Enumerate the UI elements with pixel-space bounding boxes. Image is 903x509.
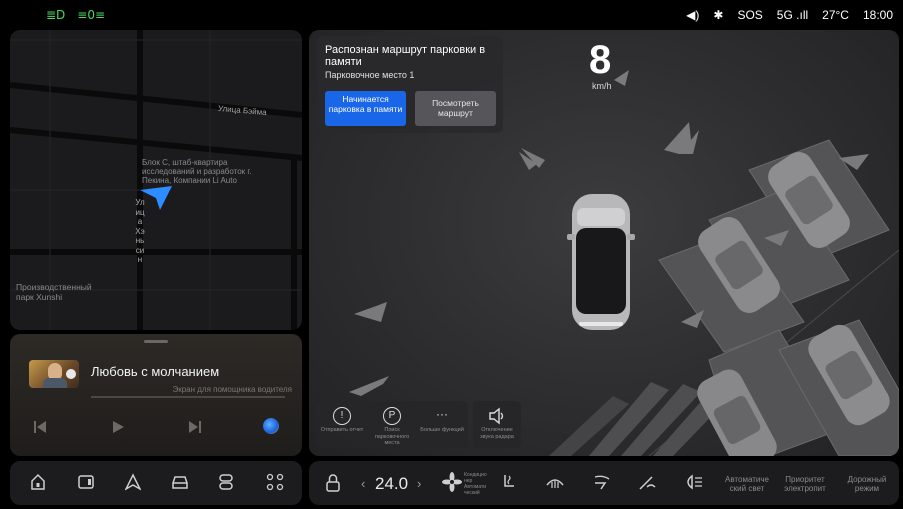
vehicle-icon[interactable] (171, 473, 189, 491)
view-route-button[interactable]: Посмотреть маршрут (415, 91, 496, 126)
climate-temperature[interactable]: 24.0 (375, 474, 408, 494)
media-icon[interactable] (77, 473, 95, 491)
ac-mode-label[interactable]: Кондицио нер Автомати ческий (464, 472, 494, 496)
parking-scene: Распознан маршрут парковки в памяти Парк… (309, 30, 899, 456)
outside-temperature: 27°C (822, 8, 849, 22)
volume-icon[interactable]: ◀) (686, 8, 699, 22)
more-functions-button[interactable]: ··· Больше функций (420, 407, 464, 434)
auto-light-button[interactable]: Автоматиче ский свет (721, 475, 773, 493)
drag-handle[interactable] (144, 340, 168, 343)
parking-icon: P (383, 407, 401, 425)
apps-grid-icon[interactable] (266, 473, 284, 491)
speed-value: 8 (589, 38, 612, 82)
seat-ventilation-icon[interactable] (591, 473, 611, 491)
previous-track-icon[interactable] (33, 420, 47, 434)
windshield-defrost-icon[interactable] (545, 473, 565, 491)
report-button[interactable]: ! Отправить отчет (320, 407, 364, 434)
road-mode-button[interactable]: Дорожный режим (841, 475, 893, 493)
progress-bar[interactable] (91, 396, 285, 398)
status-bar: ≣D ≡0≡ ◀) ✱ SOS 5G .ıll 27°C 18:00 (0, 0, 903, 30)
low-beam-icon: ≣D (46, 8, 66, 22)
map-poi-building: Блок C, штаб-квартира исследований и раз… (142, 158, 252, 185)
ego-car (567, 194, 635, 330)
app-dock (10, 461, 302, 505)
clock: 18:00 (862, 8, 893, 22)
bluetooth-icon[interactable]: ✱ (713, 8, 723, 22)
location-cursor-icon (140, 186, 172, 210)
power-priority-button[interactable]: Приоритет электропит (779, 475, 831, 493)
wiper-icon[interactable] (637, 473, 657, 491)
home-icon[interactable] (30, 473, 46, 491)
temp-up-icon[interactable]: › (417, 476, 421, 491)
navigation-icon[interactable] (125, 473, 141, 491)
next-track-icon[interactable] (188, 420, 202, 434)
lock-icon[interactable] (325, 473, 341, 493)
parking-light-icon: ≡0≡ (77, 8, 106, 22)
album-art[interactable] (29, 360, 79, 388)
music-subtitle: Экран для помощника водителя (172, 385, 292, 394)
find-parking-button[interactable]: P Поиск парковочного места (370, 407, 414, 447)
alert-icon: ! (333, 407, 351, 425)
headlight-icon[interactable] (682, 473, 704, 491)
more-icon: ··· (436, 407, 448, 421)
radar-mute-group: Отключение звука радара (473, 401, 521, 448)
popup-subtitle: Парковочное место 1 (325, 70, 415, 80)
climate-dock: ‹ 24.0 › Кондицио нер Автомати ческий Ав… (309, 461, 899, 505)
map-poi-park: Производственный парк Xunshi (16, 282, 92, 302)
start-memory-parking-button[interactable]: Начинается парковка в памяти (325, 91, 406, 126)
navigation-map[interactable]: Улица Бэйма Блок C, штаб-квартира исслед… (10, 30, 302, 330)
fan-icon[interactable] (442, 472, 462, 492)
song-title: Любовь с молчанием (91, 364, 220, 379)
parking-memory-popup: Распознан маршрут парковки в памяти Парк… (317, 36, 503, 133)
assistant-icon[interactable] (263, 418, 279, 434)
seat-heat-icon[interactable] (499, 472, 519, 492)
sos-button[interactable]: SOS (737, 8, 762, 22)
music-card[interactable]: Любовь с молчанием Экран для помощника в… (10, 334, 302, 456)
temp-down-icon[interactable]: ‹ (361, 476, 365, 491)
controls-icon[interactable] (218, 473, 234, 491)
speaker-icon (489, 407, 504, 425)
radar-mute-button[interactable]: Отключение звука радара (475, 407, 519, 440)
scene-action-group: ! Отправить отчет P Поиск парковочного м… (316, 401, 468, 448)
popup-title: Распознан маршрут парковки в памяти (325, 44, 486, 68)
play-icon[interactable] (111, 420, 125, 434)
network-indicator: 5G .ıll (776, 8, 809, 22)
speed-unit: km/h (592, 81, 612, 91)
